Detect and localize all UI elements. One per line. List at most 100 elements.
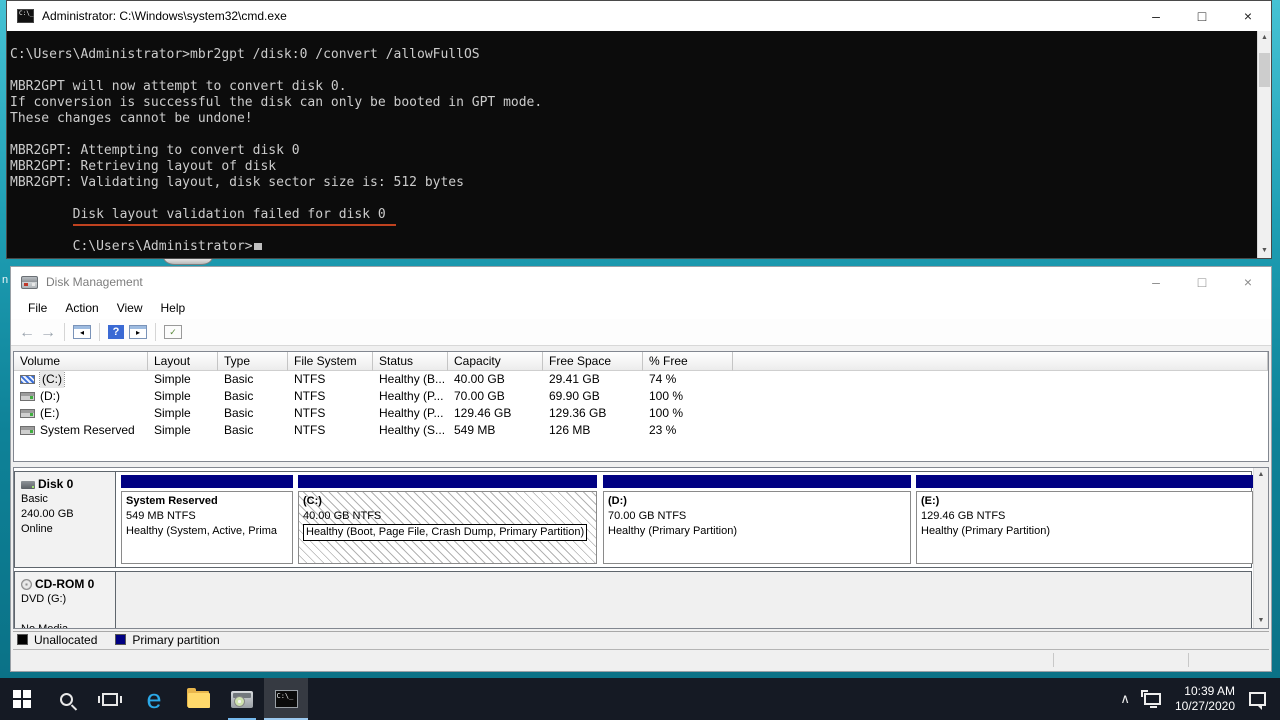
- cmd-taskbar-button[interactable]: C:\_: [264, 678, 308, 720]
- graphical-view: Disk 0 Basic 240.00 GB Online System Res…: [13, 467, 1269, 629]
- volume-list-header: Volume Layout Type File System Status Ca…: [14, 352, 1268, 371]
- cdrom-row: CD-ROM 0 DVD (G:) No Media: [14, 571, 1252, 629]
- help-icon[interactable]: ?: [108, 325, 124, 339]
- column-header-filesystem[interactable]: File System: [288, 352, 373, 371]
- legend-bar: Unallocated Primary partition: [13, 631, 1269, 647]
- back-icon[interactable]: ←: [19, 319, 35, 346]
- column-header-filler: [733, 352, 1268, 371]
- column-header-volume[interactable]: Volume: [14, 352, 148, 371]
- table-row[interactable]: (D:) Simple Basic NTFS Healthy (P... 70.…: [14, 388, 1268, 405]
- cell-type: Basic: [218, 371, 288, 388]
- partition-status: Healthy (Primary Partition): [608, 524, 906, 539]
- volume-list: Volume Layout Type File System Status Ca…: [13, 351, 1269, 462]
- action-center-icon[interactable]: [1249, 692, 1266, 706]
- task-view-icon: [102, 693, 118, 706]
- cell-fs: NTFS: [288, 371, 373, 388]
- scroll-down-icon[interactable]: ▼: [1258, 244, 1271, 258]
- menu-help[interactable]: Help: [152, 297, 195, 319]
- cdrom-label-panel[interactable]: CD-ROM 0 DVD (G:) No Media: [15, 572, 116, 629]
- task-view-button[interactable]: [88, 678, 132, 720]
- toolbar-separator: [99, 323, 100, 341]
- show-console-tree-icon[interactable]: ◂: [73, 325, 91, 339]
- minimize-button[interactable]: –: [1133, 267, 1179, 297]
- cmd-titlebar[interactable]: C:\_ Administrator: C:\Windows\system32\…: [7, 1, 1271, 31]
- disk-management-taskbar-button[interactable]: [220, 678, 264, 720]
- scrollbar-thumb[interactable]: [1259, 53, 1270, 87]
- network-icon[interactable]: [1144, 693, 1161, 705]
- cell-pct: 23 %: [643, 422, 733, 439]
- maximize-button[interactable]: □: [1179, 267, 1225, 297]
- cell-capacity: 129.46 GB: [448, 405, 543, 422]
- menu-file[interactable]: File: [19, 297, 56, 319]
- close-button[interactable]: ×: [1225, 1, 1271, 31]
- partition-d[interactable]: (D:) 70.00 GB NTFS Healthy (Primary Part…: [603, 475, 911, 564]
- partition-status: Healthy (Primary Partition): [921, 524, 1248, 539]
- column-header-freespace[interactable]: Free Space: [543, 352, 643, 371]
- forward-icon[interactable]: →: [40, 319, 56, 346]
- column-header-type[interactable]: Type: [218, 352, 288, 371]
- cdrom-name: CD-ROM 0: [35, 577, 94, 592]
- console-line: If conversion is successful the disk can…: [10, 95, 1255, 111]
- partition-name: (E:): [921, 494, 1248, 509]
- console-line: [10, 127, 1255, 143]
- partition-name: System Reserved: [126, 494, 288, 509]
- cmd-icon: C:\_: [17, 9, 34, 23]
- cell-status: Healthy (S...: [373, 422, 448, 439]
- start-button[interactable]: [0, 678, 44, 720]
- column-header-capacity[interactable]: Capacity: [448, 352, 543, 371]
- cell-capacity: 70.00 GB: [448, 388, 543, 405]
- error-underlined-text: Disk layout validation failed for disk 0: [73, 207, 396, 226]
- volume-name: System Reserved: [40, 422, 135, 439]
- disk-management-icon: [21, 276, 38, 289]
- cell-free: 29.41 GB: [543, 371, 643, 388]
- menu-view[interactable]: View: [108, 297, 152, 319]
- search-button[interactable]: [44, 678, 88, 720]
- disk-state: Online: [21, 522, 115, 537]
- file-explorer-button[interactable]: [176, 678, 220, 720]
- disk0-label-panel[interactable]: Disk 0 Basic 240.00 GB Online: [15, 472, 116, 567]
- cmd-window: C:\_ Administrator: C:\Windows\system32\…: [6, 0, 1272, 259]
- column-header-layout[interactable]: Layout: [148, 352, 218, 371]
- cmd-window-title: Administrator: C:\Windows\system32\cmd.e…: [42, 9, 287, 23]
- cell-type: Basic: [218, 405, 288, 422]
- partition-system-reserved[interactable]: System Reserved 549 MB NTFS Healthy (Sys…: [121, 475, 293, 564]
- volume-icon: [20, 392, 35, 401]
- partition-c[interactable]: (C:) 40.00 GB NTFS Healthy (Boot, Page F…: [298, 475, 597, 564]
- graph-scrollbar[interactable]: ▲ ▼: [1253, 468, 1268, 628]
- cell-fs: NTFS: [288, 405, 373, 422]
- dm-titlebar[interactable]: Disk Management – □ ×: [11, 267, 1271, 297]
- column-header-status[interactable]: Status: [373, 352, 448, 371]
- show-action-pane-icon[interactable]: ▸: [129, 325, 147, 339]
- partition-size: 549 MB NTFS: [126, 509, 288, 524]
- options-icon[interactable]: ✓: [164, 325, 182, 339]
- cell-layout: Simple: [148, 388, 218, 405]
- clock[interactable]: 10:39 AM 10/27/2020: [1175, 684, 1235, 714]
- cell-capacity: 549 MB: [448, 422, 543, 439]
- scroll-up-icon[interactable]: ▲: [1258, 31, 1271, 45]
- disk-management-window: Disk Management – □ × File Action View H…: [10, 266, 1272, 672]
- table-row[interactable]: (C:) Simple Basic NTFS Healthy (B... 40.…: [14, 371, 1268, 388]
- table-row[interactable]: (E:) Simple Basic NTFS Healthy (P... 129…: [14, 405, 1268, 422]
- table-row[interactable]: System Reserved Simple Basic NTFS Health…: [14, 422, 1268, 439]
- tray-chevron-up-icon[interactable]: ∧: [1120, 691, 1130, 707]
- minimize-button[interactable]: –: [1133, 1, 1179, 31]
- scroll-down-icon[interactable]: ▼: [1254, 614, 1268, 628]
- close-button[interactable]: ×: [1225, 267, 1271, 297]
- scroll-up-icon[interactable]: ▲: [1254, 468, 1268, 482]
- primary-partition-bar: [916, 475, 1253, 488]
- console-output[interactable]: C:\Users\Administrator>mbr2gpt /disk:0 /…: [7, 31, 1271, 258]
- prompt-text: C:\Users\Administrator>: [73, 239, 253, 254]
- internet-explorer-button[interactable]: e: [132, 678, 176, 720]
- cmd-scrollbar[interactable]: ▲ ▼: [1257, 31, 1271, 258]
- column-header-pctfree[interactable]: % Free: [643, 352, 733, 371]
- partition-size: 70.00 GB NTFS: [608, 509, 906, 524]
- disk-name: Disk 0: [38, 477, 73, 492]
- cell-fs: NTFS: [288, 388, 373, 405]
- maximize-button[interactable]: □: [1179, 1, 1225, 31]
- cell-pct: 74 %: [643, 371, 733, 388]
- menu-action[interactable]: Action: [56, 297, 107, 319]
- cell-free: 129.36 GB: [543, 405, 643, 422]
- menu-bar: File Action View Help: [11, 297, 1271, 319]
- console-line: [10, 63, 1255, 79]
- partition-e[interactable]: (E:) 129.46 GB NTFS Healthy (Primary Par…: [916, 475, 1253, 564]
